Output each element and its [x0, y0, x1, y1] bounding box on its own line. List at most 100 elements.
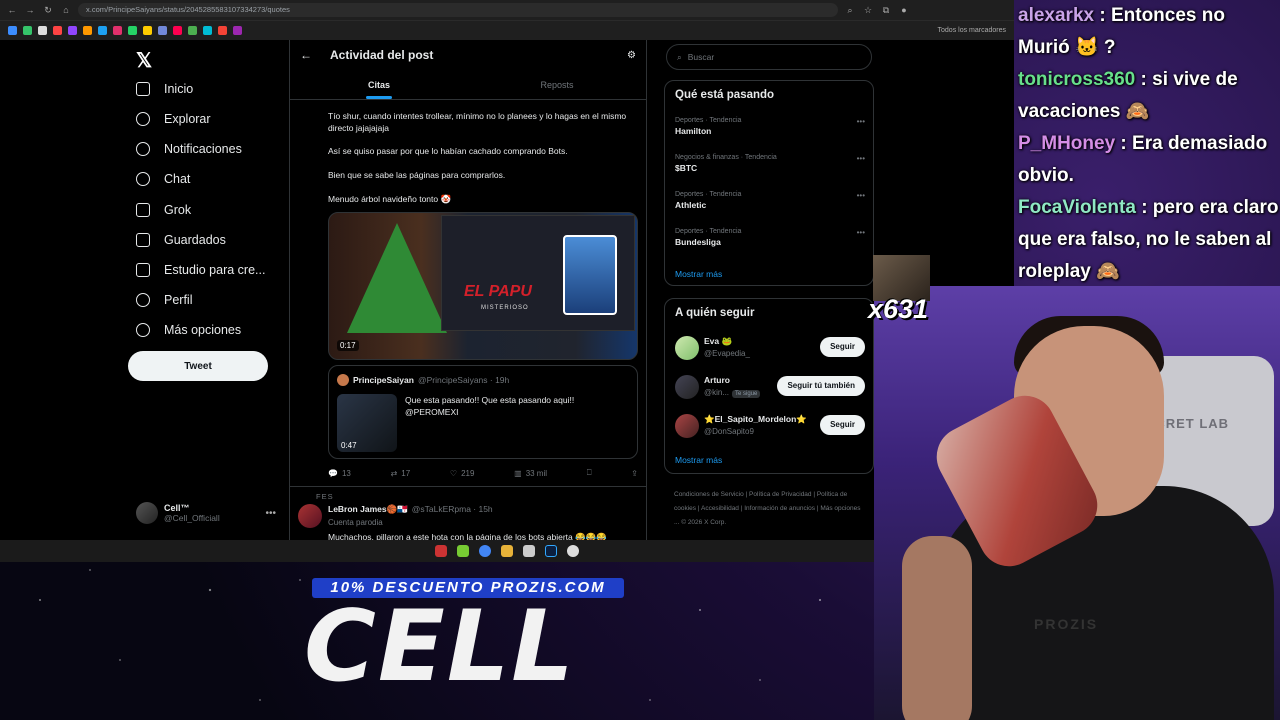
trend-item[interactable]: Deportes · Tendencia Bundesliga •••	[675, 228, 865, 247]
zoom-icon[interactable]: ⌕	[844, 5, 856, 16]
divider	[290, 486, 646, 487]
chat-user: tonicross360	[1018, 69, 1136, 90]
nav-item-mas-opciones[interactable]: Más opciones	[136, 323, 241, 337]
profile-browser-icon[interactable]: ●	[898, 5, 910, 15]
follow-button[interactable]: Seguir	[820, 415, 865, 435]
app-icon[interactable]	[567, 545, 579, 557]
bookmark-button[interactable]: ⎕	[587, 468, 592, 478]
trend-item[interactable]: Deportes · Tendencia Hamilton •••	[675, 117, 865, 136]
like-button[interactable]: ♡ 219	[450, 468, 475, 478]
more-dots-icon[interactable]: •••	[857, 228, 865, 237]
follow-suggestion[interactable]: ⭐El_Sapito_Mordelon⭐ @DonSapito9 Seguir	[675, 411, 865, 441]
bookmark-icon[interactable]	[98, 26, 107, 35]
search-icon: ⌕	[677, 51, 682, 62]
bookmark-icon[interactable]	[53, 26, 62, 35]
more-dots-icon[interactable]: •••	[857, 154, 865, 163]
repost-button[interactable]: ⇄ 17	[391, 468, 411, 478]
reply-text: Muchachos, pillaron a este hota con la p…	[328, 532, 607, 540]
trend-item[interactable]: Negocios & finanzas · Tendencia $BTC •••	[675, 154, 865, 173]
bookmark-icon[interactable]	[188, 26, 197, 35]
nav-label: Inicio	[164, 82, 194, 96]
bookmark-icon[interactable]	[113, 26, 122, 35]
bookmark-icon[interactable]	[173, 26, 182, 35]
more-icon	[136, 323, 150, 337]
all-bookmarks[interactable]: Todos los marcadores	[938, 27, 1006, 34]
nav-item-guardados[interactable]: Guardados	[136, 233, 226, 247]
reply-handle: @sTaLkERpma · 15h	[411, 504, 493, 514]
folder-icon[interactable]	[501, 545, 513, 557]
photoshop-icon[interactable]	[545, 545, 557, 557]
nav-item-estudio[interactable]: Estudio para cre...	[136, 263, 265, 277]
footer-links[interactable]: Condiciones de Servicio | Política de Pr…	[674, 488, 864, 530]
tab-bar: Citas Reposts	[290, 70, 646, 100]
chat-icon	[136, 172, 150, 186]
chrome-icon[interactable]	[479, 545, 491, 557]
app-icon[interactable]	[523, 545, 535, 557]
rocket-icon	[136, 263, 150, 277]
show-more-link[interactable]: Mostrar más	[675, 269, 722, 279]
nav-label: Guardados	[164, 233, 226, 247]
avatar[interactable]	[675, 414, 699, 438]
trend-category: Deportes · Tendencia	[675, 228, 742, 235]
nav-item-perfil[interactable]: Perfil	[136, 293, 192, 307]
reply-button[interactable]: 💬 13	[328, 468, 351, 478]
bookmark-icon[interactable]	[203, 26, 212, 35]
filter-icon[interactable]: ⚙	[627, 50, 636, 61]
views-button[interactable]: ▥ 33 mil	[514, 468, 547, 478]
home-browser-icon[interactable]: ⌂	[60, 5, 72, 15]
more-dots-icon[interactable]: •••	[265, 508, 276, 519]
more-dots-icon[interactable]: •••	[857, 191, 865, 200]
forward-icon[interactable]: →	[24, 5, 36, 15]
bookmark-icon[interactable]	[23, 26, 32, 35]
bookmark-icon[interactable]	[38, 26, 47, 35]
bookmark-icon[interactable]	[158, 26, 167, 35]
tab-citas[interactable]: Citas	[290, 70, 468, 99]
follow-back-button[interactable]: Seguir tú también	[777, 376, 865, 396]
account-switcher[interactable]: Cell™ @Cell_Officiall •••	[136, 502, 276, 524]
follow-suggestion[interactable]: Eva 🐸 @Evapedia_ Seguir	[675, 333, 865, 363]
nav-label: Grok	[164, 203, 192, 217]
nav-item-notificaciones[interactable]: Notificaciones	[136, 142, 242, 156]
post-video[interactable]: EL PAPU MISTERIOSO 0:17	[328, 212, 638, 360]
tab-reposts[interactable]: Reposts	[468, 70, 646, 99]
bookmark-icon[interactable]	[218, 26, 227, 35]
bookmark-icon[interactable]	[68, 26, 77, 35]
extensions-icon[interactable]: ⧉	[880, 5, 892, 16]
app-icon[interactable]	[457, 545, 469, 557]
back-arrow-icon[interactable]: ←	[300, 48, 312, 62]
app-icon[interactable]	[435, 545, 447, 557]
tweet-button[interactable]: Tweet	[128, 351, 268, 381]
star-icon[interactable]: ☆	[862, 5, 874, 16]
post-actions: 💬 13 ⇄ 17 ♡ 219 ▥ 33 mil ⎕ ⇪	[328, 468, 638, 478]
avatar[interactable]	[298, 504, 322, 528]
bookmark-icon[interactable]	[8, 26, 17, 35]
post-text-line: Bien que se sabe las páginas para compra…	[328, 170, 506, 180]
reload-icon[interactable]: ↻	[42, 5, 54, 16]
quoted-post[interactable]: PrincipeSaiyan @PrincipeSaiyans · 19h 0:…	[328, 365, 638, 459]
show-more-link[interactable]: Mostrar más	[675, 455, 722, 465]
trend-item[interactable]: Deportes · Tendencia Athletic •••	[675, 191, 865, 210]
post-text-line: Tío shur, cuando intentes trollear, míni…	[328, 111, 627, 133]
quoted-name: PrincipeSaiyan	[353, 375, 414, 385]
avatar[interactable]	[675, 375, 699, 399]
nav-item-explorar[interactable]: Explorar	[136, 112, 211, 126]
x-logo-icon[interactable]: 𝕏	[136, 48, 152, 73]
address-bar[interactable]: x.com/PrincipeSaiyans/status/20452855831…	[78, 3, 838, 17]
avatar[interactable]	[675, 336, 699, 360]
share-button[interactable]: ⇪	[631, 468, 638, 478]
nav-item-grok[interactable]: Grok	[136, 203, 191, 217]
bookmark-icon[interactable]	[143, 26, 152, 35]
bookmark-icon[interactable]	[233, 26, 242, 35]
nav-item-chat[interactable]: Chat	[136, 172, 190, 186]
more-dots-icon[interactable]: •••	[857, 117, 865, 126]
follow-suggestion[interactable]: Arturo @kin... Te sigue Seguir tú también	[675, 372, 865, 402]
nav-item-inicio[interactable]: Inicio	[136, 82, 193, 96]
bookmark-icon[interactable]	[128, 26, 137, 35]
search-input[interactable]: Buscar	[688, 52, 714, 62]
back-icon[interactable]: ←	[6, 5, 18, 15]
bookmark-icon[interactable]	[83, 26, 92, 35]
nav-label: Explorar	[164, 112, 211, 126]
search-box[interactable]: ⌕ Buscar	[666, 44, 872, 70]
follow-button[interactable]: Seguir	[820, 337, 865, 357]
chat-user: P_MHoney	[1018, 133, 1116, 154]
